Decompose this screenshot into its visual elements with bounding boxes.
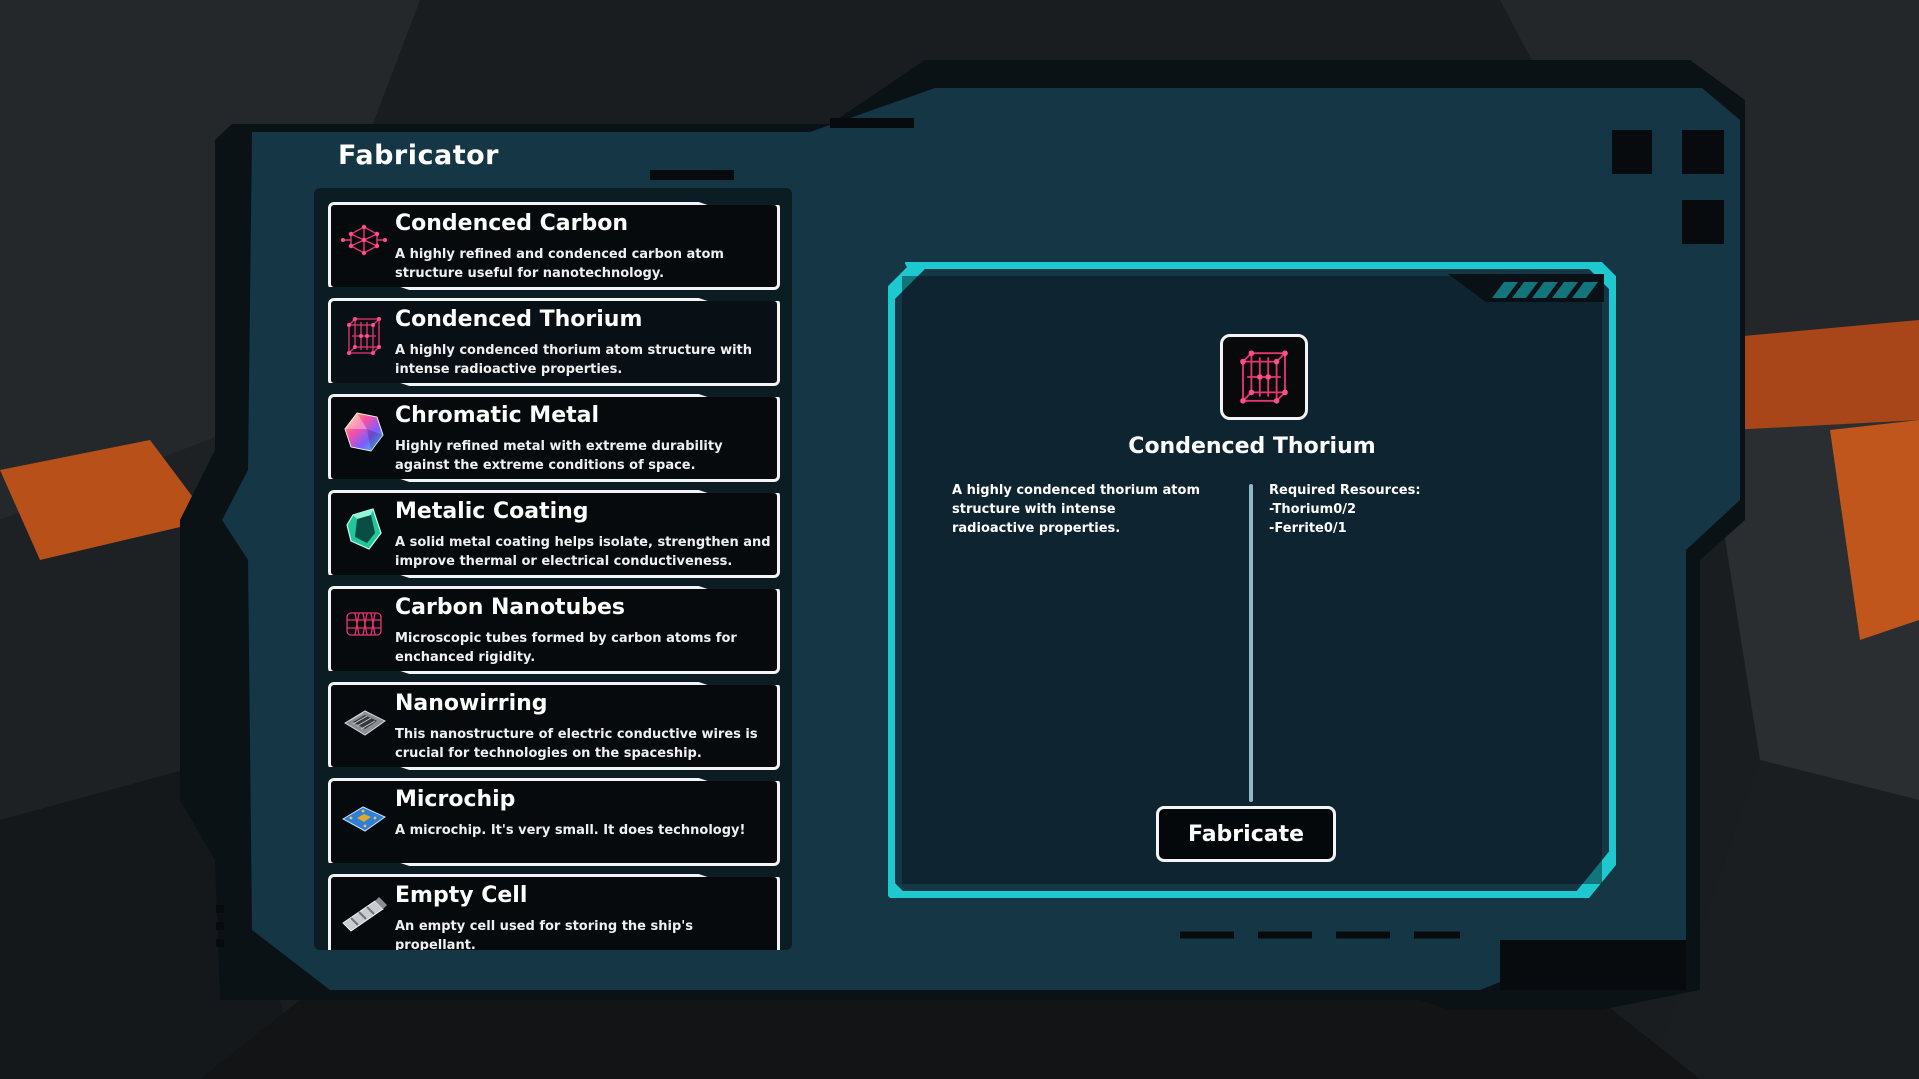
- nanowire-chip-icon: [339, 695, 389, 745]
- thorium-cube-icon: [1240, 350, 1288, 404]
- required-resources-label: Required Resources:: [1269, 483, 1421, 498]
- recipe-list-panel[interactable]: Condenced Carbon A highly refined and co…: [314, 188, 792, 950]
- recipe-item-metalic-coating[interactable]: Metalic Coating A solid metal coating he…: [328, 490, 780, 578]
- recipe-item-chromatic-metal[interactable]: Chromatic Metal Highly refined metal wit…: [328, 394, 780, 482]
- resource-line-ferrite: -Ferrite0/1: [1269, 521, 1347, 536]
- recipe-item-name: Carbon Nanotubes: [395, 595, 626, 620]
- recipe-list: Condenced Carbon A highly refined and co…: [328, 202, 780, 950]
- fabricate-button[interactable]: Fabricate: [1156, 806, 1336, 862]
- recipe-item-desc: This nanostructure of electric conductiv…: [395, 727, 758, 761]
- recipe-item-desc: A microchip. It's very small. It does te…: [395, 823, 746, 838]
- recipe-item-name: Metalic Coating: [395, 499, 589, 524]
- nanotube-icon: [339, 599, 389, 649]
- recipe-item-desc: A highly refined and condenced carbon at…: [395, 247, 724, 281]
- recipe-item-name: Condenced Thorium: [395, 307, 643, 332]
- recipe-item-desc: A highly condenced thorium atom structur…: [395, 343, 753, 377]
- chromatic-crystal-icon: [339, 407, 389, 457]
- recipe-item-desc: An empty cell used for storing the ship'…: [395, 919, 693, 950]
- resource-line-thorium: -Thorium0/2: [1269, 502, 1357, 517]
- recipe-item-desc: A solid metal coating helps isolate, str…: [395, 535, 771, 569]
- recipe-item-name: Chromatic Metal: [395, 403, 600, 428]
- thorium-cube-icon: [339, 311, 389, 361]
- carbon-lattice-icon: [339, 215, 389, 265]
- selected-item-title: Condenced Thorium: [1128, 434, 1376, 459]
- metal-coating-icon: [339, 503, 389, 553]
- recipe-item-desc: Microscopic tubes formed by carbon atoms…: [395, 631, 737, 665]
- microchip-icon: [339, 791, 389, 841]
- recipe-item-condenced-thorium[interactable]: Condenced Thorium A highly condenced tho…: [328, 298, 780, 386]
- recipe-item-nanowirring[interactable]: Nanowirring This nanostructure of electr…: [328, 682, 780, 770]
- required-resources: Required Resources: -Thorium0/2 -Ferrite…: [1269, 481, 1569, 538]
- recipe-item-name: Nanowirring: [395, 691, 548, 716]
- window-title: Fabricator: [338, 140, 499, 171]
- recipe-item-name: Condenced Carbon: [395, 211, 628, 236]
- recipe-item-microchip[interactable]: Microchip A microchip. It's very small. …: [328, 778, 780, 866]
- detail-divider: [1249, 484, 1253, 802]
- recipe-item-empty-cell[interactable]: Empty Cell An empty cell used for storin…: [328, 874, 780, 950]
- recipe-item-carbon-nanotubes[interactable]: Carbon Nanotubes Microscopic tubes forme…: [328, 586, 780, 674]
- recipe-item-condenced-carbon[interactable]: Condenced Carbon A highly refined and co…: [328, 202, 780, 290]
- selected-item-description: A highly condenced thorium atom structur…: [952, 483, 1200, 536]
- selected-item-icon-frame: [1220, 334, 1308, 420]
- recipe-item-name: Microchip: [395, 787, 516, 812]
- recipe-item-name: Empty Cell: [395, 883, 528, 908]
- detail-content: Condenced Thorium A highly condenced tho…: [902, 276, 1602, 884]
- recipe-detail-panel: Condenced Thorium A highly condenced tho…: [888, 262, 1616, 898]
- recipe-item-desc: Highly refined metal with extreme durabi…: [395, 439, 723, 473]
- fuel-cell-icon: [339, 887, 389, 937]
